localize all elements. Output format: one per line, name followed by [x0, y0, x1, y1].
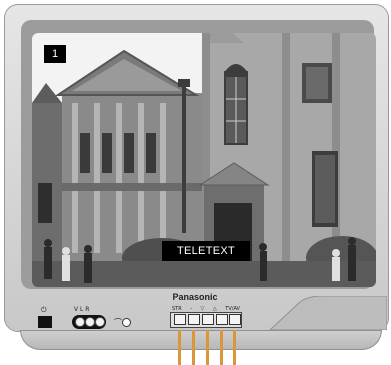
teletext-overlay: TELETEXT [162, 241, 250, 261]
callout-line [192, 330, 195, 365]
callout-line [233, 330, 236, 365]
bezel-slant-panel [270, 296, 387, 330]
tv-stand-base [20, 330, 382, 350]
callout-line [206, 330, 209, 365]
headphones-icon: ⌒ [114, 318, 122, 327]
callout-line [220, 330, 223, 365]
audio-left-port[interactable] [85, 317, 95, 327]
store-button[interactable] [174, 314, 186, 325]
av-input-ports[interactable] [72, 315, 106, 329]
power-icon: ⏻ [41, 306, 47, 314]
brand-logo: Panasonic [172, 292, 218, 302]
tv-av-button[interactable] [229, 314, 241, 325]
channel-up-button[interactable] [216, 314, 228, 325]
power-button[interactable] [38, 316, 52, 328]
audio-right-port[interactable] [95, 317, 105, 327]
av-input-label: V L R [74, 306, 90, 313]
video-port[interactable] [75, 317, 85, 327]
callout-line [178, 330, 181, 365]
channel-number-badge: 1 [44, 45, 66, 63]
channel-down-button[interactable] [202, 314, 214, 325]
volume-down-button[interactable] [188, 314, 200, 325]
headphones-jack[interactable] [122, 318, 131, 327]
tv-screen: 1 TELETEXT [32, 33, 376, 287]
television: 1 TELETEXT Panasonic ⏻ V L R ⌒ STR - ▽ △… [0, 0, 391, 365]
